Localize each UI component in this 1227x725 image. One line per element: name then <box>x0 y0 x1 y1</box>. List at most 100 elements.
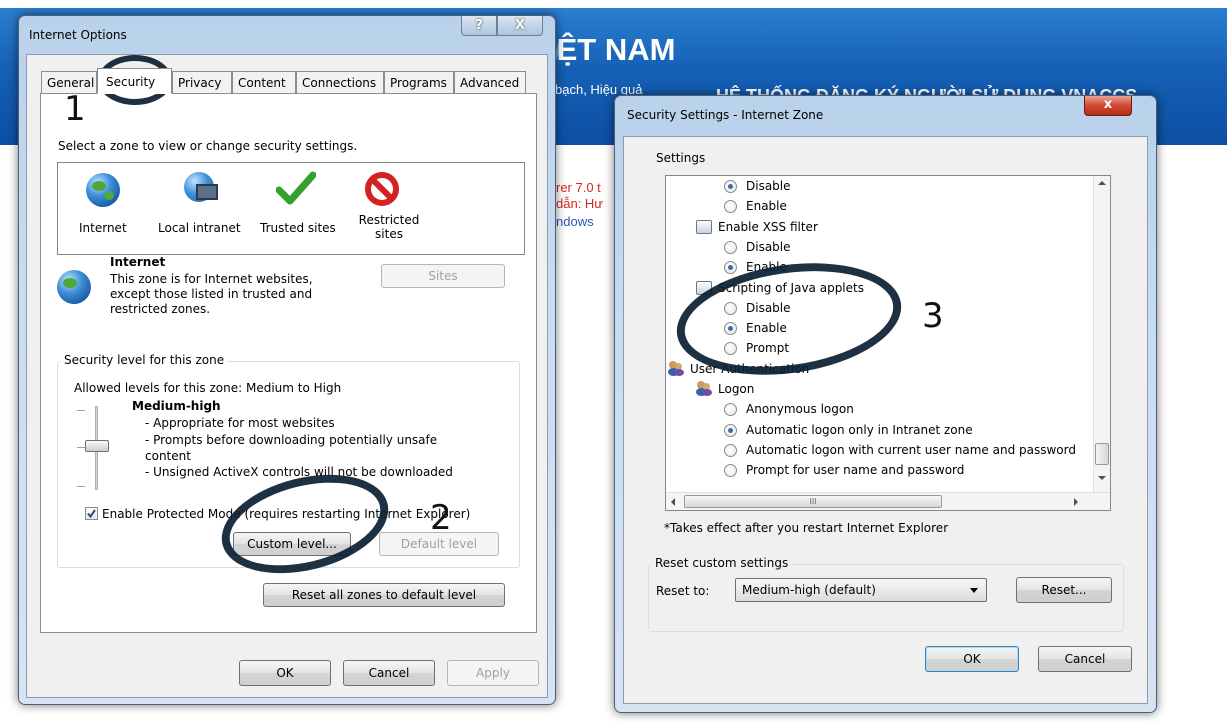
apply-button[interactable]: Apply <box>447 660 539 686</box>
cancel-button[interactable]: Cancel <box>343 660 435 686</box>
scroll-right-icon[interactable] <box>1074 498 1078 506</box>
internet-options-window: Internet Options ? X General Security Pr… <box>18 15 556 705</box>
zone-trusted-sites[interactable]: Trusted sites <box>256 167 340 247</box>
zone-internet-label: Internet <box>79 221 127 235</box>
close-button[interactable]: X <box>497 16 543 36</box>
zone-local-intranet-label: Local intranet <box>158 221 241 235</box>
tree-row-label: Anonymous logon <box>746 402 854 417</box>
tab-connections-label: Connections <box>302 76 377 90</box>
tree-row-label: Disable <box>746 179 791 193</box>
slider-thumb[interactable] <box>85 440 109 452</box>
close-icon: X <box>514 18 526 33</box>
help-glyph: ? <box>475 18 483 33</box>
sites-button[interactable]: Sites <box>381 264 505 288</box>
chevron-down-icon <box>970 588 978 593</box>
zone-trusted-sites-label: Trusted sites <box>260 221 336 235</box>
annotation-number-1: 1 <box>64 89 86 129</box>
radio-button[interactable] <box>724 423 737 437</box>
security-level-slider[interactable] <box>77 406 117 490</box>
scroll-left-icon[interactable] <box>671 498 675 506</box>
security-cancel-button[interactable]: Cancel <box>1038 646 1132 672</box>
zone-heading: Internet <box>110 255 166 269</box>
security-settings-title: Security Settings - Internet Zone <box>627 108 824 122</box>
security-settings-body: Settings Disable Enable Enable XSS filter D… <box>623 136 1148 704</box>
radio-button[interactable] <box>724 464 737 478</box>
globe-icon <box>86 173 120 207</box>
setting-icon <box>696 219 712 234</box>
security-settings-close-button[interactable]: x <box>1084 96 1132 116</box>
reset-to-label: Reset to: <box>656 584 710 598</box>
selected-zone-globe-icon <box>57 270 91 304</box>
banner-title: IỆT NAM <box>548 32 676 67</box>
tab-security-label: Security <box>106 75 156 89</box>
protected-mode-checkbox[interactable] <box>85 507 98 520</box>
tab-connections[interactable]: Connections <box>296 71 384 93</box>
radio-button[interactable] <box>724 180 737 193</box>
web-text-line-3: ndows <box>556 214 594 229</box>
scroll-up-icon[interactable] <box>1098 181 1106 185</box>
tree-row-label: Prompt for user name and password <box>746 463 965 478</box>
tab-general-label: General <box>47 76 95 90</box>
reset-button[interactable]: Reset... <box>1016 577 1112 603</box>
tree-row-label: Disable <box>746 239 791 254</box>
tab-programs[interactable]: Programs <box>384 71 454 93</box>
no-entry-icon <box>365 172 399 206</box>
users-icon <box>668 360 684 376</box>
reset-custom-settings-title: Reset custom settings <box>652 556 792 570</box>
horizontal-scrollbar[interactable]: III <box>666 492 1110 510</box>
help-button[interactable]: ? <box>461 16 497 36</box>
security-settings-window: Security Settings - Internet Zone x Sett… <box>614 95 1157 713</box>
zone-list: Internet Local intranet Trusted sites Re… <box>57 162 525 255</box>
level-point-3: - Unsigned ActiveX controls will not be … <box>145 465 453 479</box>
radio-button[interactable] <box>724 261 737 275</box>
tab-content-label: Content <box>238 76 286 90</box>
zone-internet[interactable]: Internet <box>66 167 146 247</box>
vertical-scrollbar[interactable] <box>1093 176 1110 494</box>
annotation-number-3: 3 <box>922 296 944 336</box>
scroll-down-icon[interactable] <box>1098 476 1106 480</box>
tab-advanced-label: Advanced <box>460 76 520 90</box>
tree-row-label: Automatic logon with current user name a… <box>746 442 1076 457</box>
radio-button[interactable] <box>724 240 737 254</box>
zone-local-intranet[interactable]: Local intranet <box>150 167 254 247</box>
tab-content[interactable]: Content <box>232 71 296 93</box>
dialog-body: General Security Privacy Content Connect… <box>26 54 548 698</box>
tree-row-label: Enable XSS filter <box>718 219 818 234</box>
radio-button[interactable] <box>724 403 737 417</box>
tree-row-label: Logon <box>718 382 755 396</box>
tree-row-label: Automatic logon only in Intranet zone <box>746 422 973 437</box>
ok-button[interactable]: OK <box>239 660 331 686</box>
h-scroll-grip: III <box>809 497 817 506</box>
restart-footnote: *Takes effect after you restart Internet… <box>664 521 949 535</box>
web-text-line-1: rer 7.0 t <box>556 180 601 195</box>
security-ok-button[interactable]: OK <box>925 646 1019 672</box>
radio-button[interactable] <box>724 443 737 457</box>
level-point-2: - Prompts before downloading potentially… <box>145 433 438 463</box>
reset-to-value: Medium-high (default) <box>742 583 876 597</box>
web-text-line-2[interactable]: dẫn: Hư <box>556 196 603 211</box>
checkbox-check-icon <box>87 509 96 519</box>
window-title: Internet Options <box>29 28 127 42</box>
reset-all-zones-button[interactable]: Reset all zones to default level <box>263 583 505 607</box>
checkmark-icon <box>276 171 316 205</box>
zone-restricted-sites[interactable]: Restricted sites <box>342 167 426 251</box>
tab-privacy-label: Privacy <box>178 76 222 90</box>
level-point-1: - Appropriate for most websites <box>145 416 335 430</box>
tab-advanced[interactable]: Advanced <box>454 71 526 93</box>
local-intranet-icon <box>184 172 218 202</box>
settings-label: Settings <box>656 151 706 165</box>
tab-programs-label: Programs <box>390 76 447 90</box>
tree-row-label: Enable <box>746 199 787 214</box>
allowed-levels-text: Allowed levels for this zone: Medium to … <box>74 381 342 395</box>
tab-privacy[interactable]: Privacy <box>172 71 232 93</box>
zone-prompt: Select a zone to view or change security… <box>58 139 358 153</box>
zone-restricted-sites-label: Restricted sites <box>358 213 420 241</box>
reset-to-select[interactable]: Medium-high (default) <box>735 578 987 602</box>
radio-button[interactable] <box>724 200 737 214</box>
zone-description: This zone is for Internet websites, exce… <box>110 272 313 316</box>
annotation-number-2: 2 <box>430 498 452 538</box>
tab-security[interactable]: Security <box>97 68 172 94</box>
scroll-thumb[interactable] <box>1095 443 1109 465</box>
h-scroll-thumb[interactable]: III <box>684 495 942 508</box>
users-icon <box>696 381 712 396</box>
